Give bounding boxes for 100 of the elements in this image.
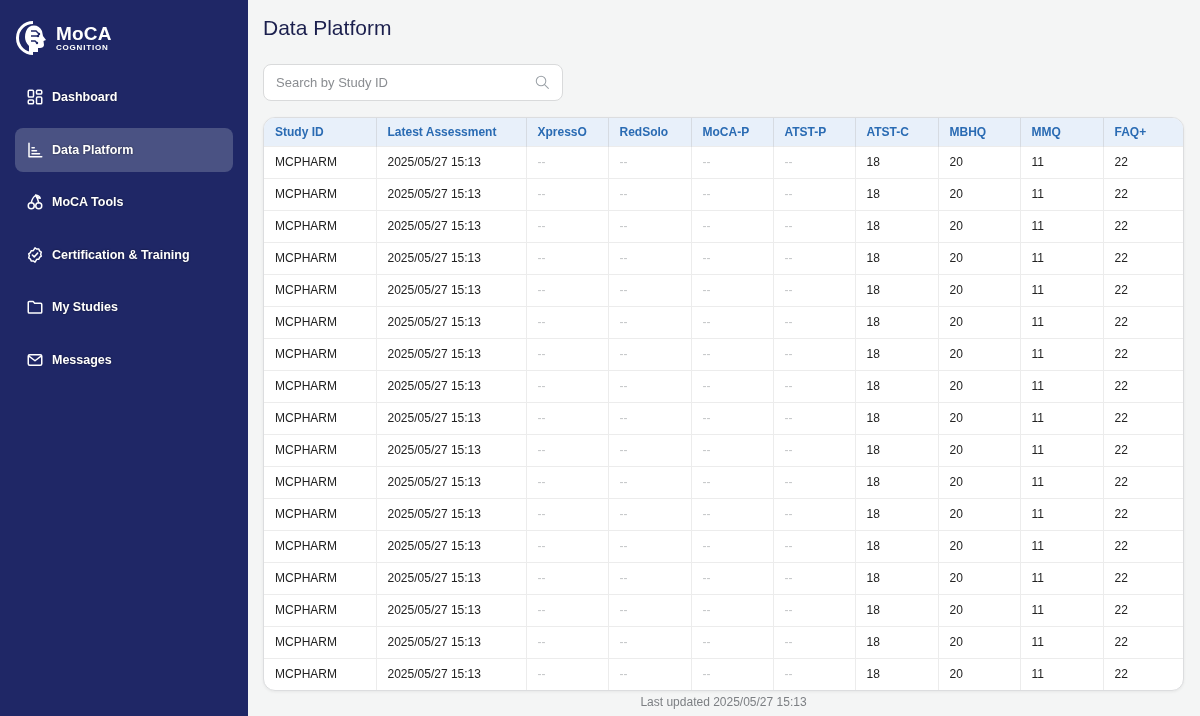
table-cell: 2025/05/27 15:13 — [376, 338, 526, 370]
table-cell: MCPHARM — [264, 370, 376, 402]
table-cell: -- — [691, 338, 773, 370]
table-cell: 18 — [855, 434, 938, 466]
table-cell: -- — [526, 434, 608, 466]
table-cell: -- — [526, 498, 608, 530]
table-cell: -- — [526, 466, 608, 498]
table-cell: 11 — [1020, 434, 1103, 466]
search-icon — [535, 75, 549, 89]
table-cell: -- — [608, 146, 691, 178]
table-cell: -- — [691, 434, 773, 466]
table-cell: -- — [608, 658, 691, 690]
table-cell: -- — [773, 498, 855, 530]
table-cell: 11 — [1020, 338, 1103, 370]
logo-wordmark: MoCA — [56, 23, 112, 43]
sidebar-item[interactable]: MoCA Tools — [15, 180, 233, 224]
table-cell: 20 — [938, 338, 1020, 370]
table-cell: -- — [773, 242, 855, 274]
table-cell: MCPHARM — [264, 146, 376, 178]
table-cell: -- — [526, 626, 608, 658]
table-cell: 20 — [938, 626, 1020, 658]
table-cell: 22 — [1103, 146, 1183, 178]
table-cell: 11 — [1020, 210, 1103, 242]
table-cell: 20 — [938, 242, 1020, 274]
table-cell: 22 — [1103, 242, 1183, 274]
table-cell: 2025/05/27 15:13 — [376, 210, 526, 242]
column-header[interactable]: RedSolo — [608, 118, 691, 146]
table-cell: 20 — [938, 498, 1020, 530]
sidebar-item[interactable]: Certification & Training — [15, 232, 233, 277]
sidebar-item[interactable]: Messages — [15, 337, 233, 382]
table-cell: MCPHARM — [264, 658, 376, 690]
table-cell: MCPHARM — [264, 210, 376, 242]
table-cell: 20 — [938, 530, 1020, 562]
table-cell: 18 — [855, 338, 938, 370]
table-cell: -- — [691, 210, 773, 242]
logo-tagline: COGNITION — [56, 42, 110, 52]
sidebar-item[interactable]: Dashboard — [15, 75, 233, 119]
table-cell: 18 — [855, 210, 938, 242]
table-cell: 2025/05/27 15:13 — [376, 370, 526, 402]
table-cell: 20 — [938, 146, 1020, 178]
table-cell: 20 — [938, 178, 1020, 210]
table-cell: -- — [526, 370, 608, 402]
table-cell: MCPHARM — [264, 242, 376, 274]
last-updated-text: Last updated 2025/05/27 15:13 — [639, 694, 808, 709]
table-cell: MCPHARM — [264, 338, 376, 370]
table-cell: -- — [526, 242, 608, 274]
table-cell: -- — [526, 306, 608, 338]
table-cell: -- — [526, 146, 608, 178]
table-cell: -- — [773, 178, 855, 210]
table-cell: 2025/05/27 15:13 — [376, 626, 526, 658]
table-cell: 11 — [1020, 498, 1103, 530]
table-cell: -- — [526, 338, 608, 370]
table-cell: -- — [526, 658, 608, 690]
column-header[interactable]: FAQ+ — [1103, 118, 1183, 146]
table-cell: -- — [691, 370, 773, 402]
column-header[interactable]: Latest Assessment — [376, 118, 526, 146]
sidebar-item[interactable]: Data Platform — [15, 127, 233, 172]
column-header[interactable]: XpressO — [526, 118, 608, 146]
table-cell: -- — [608, 370, 691, 402]
table-cell: -- — [526, 594, 608, 626]
table-cell: -- — [773, 306, 855, 338]
table-cell: -- — [608, 466, 691, 498]
table-cell: 18 — [855, 370, 938, 402]
column-header[interactable]: Study ID — [264, 118, 376, 146]
table-cell: 22 — [1103, 562, 1183, 594]
grid-icon — [26, 88, 44, 106]
table-cell: -- — [773, 626, 855, 658]
table-cell: 11 — [1020, 306, 1103, 338]
table-cell: -- — [691, 626, 773, 658]
table-cell: 11 — [1020, 178, 1103, 210]
column-header[interactable]: MMQ — [1020, 118, 1103, 146]
table-cell: 20 — [938, 210, 1020, 242]
table-cell: 20 — [938, 466, 1020, 498]
table-cell: -- — [773, 370, 855, 402]
column-header[interactable]: MoCA-P — [691, 118, 773, 146]
column-header[interactable]: MBHQ — [938, 118, 1020, 146]
bar-chart-icon — [26, 140, 44, 159]
table-cell: 2025/05/27 15:13 — [376, 498, 526, 530]
table-cell: 2025/05/27 15:13 — [376, 562, 526, 594]
table-cell: -- — [691, 178, 773, 210]
column-header[interactable]: ATST-P — [773, 118, 855, 146]
table-cell: 20 — [938, 434, 1020, 466]
table-cell: -- — [608, 178, 691, 210]
table-cell: 22 — [1103, 466, 1183, 498]
table-cell: -- — [526, 530, 608, 562]
table-cell: 22 — [1103, 178, 1183, 210]
table-cell: -- — [773, 658, 855, 690]
table-cell: 18 — [855, 178, 938, 210]
sidebar-item[interactable]: My Studies — [15, 285, 233, 329]
table-cell: 2025/05/27 15:13 — [376, 434, 526, 466]
table-cell: -- — [526, 274, 608, 306]
table-cell: 22 — [1103, 594, 1183, 626]
table-cell: -- — [773, 338, 855, 370]
table-cell: 22 — [1103, 370, 1183, 402]
table-cell: 20 — [938, 370, 1020, 402]
search-field[interactable]: Search by Study ID — [263, 64, 563, 101]
table-cell: -- — [691, 466, 773, 498]
table-cell: 22 — [1103, 338, 1183, 370]
column-header[interactable]: ATST-C — [855, 118, 938, 146]
table-cell: -- — [691, 306, 773, 338]
